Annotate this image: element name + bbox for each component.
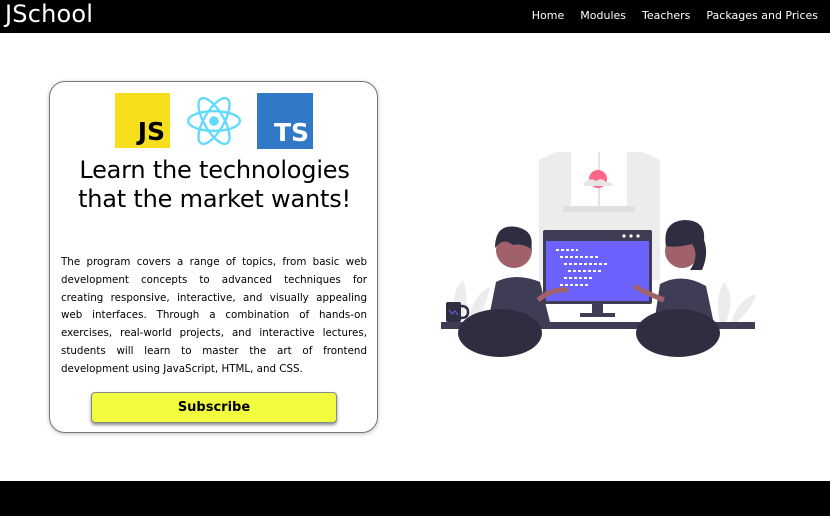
technology-logos: JS TS: [115, 93, 314, 149]
two-people-at-computer-illustration: [441, 152, 756, 357]
plant-right: [717, 282, 756, 324]
subscribe-button[interactable]: Subscribe: [91, 392, 337, 423]
typescript-logo-label: TS: [273, 118, 309, 147]
main-nav: Home Modules Teachers Packages and Price…: [532, 0, 818, 30]
top-navbar: JSchool Home Modules Teachers Packages a…: [0, 0, 830, 33]
brand-logo-text[interactable]: JSchool: [5, 0, 93, 29]
computer-monitor: [543, 230, 652, 317]
nav-link-teachers[interactable]: Teachers: [642, 9, 690, 22]
hero-headline: Learn the technologies that the market w…: [78, 156, 351, 213]
nav-link-packages-and-prices[interactable]: Packages and Prices: [706, 9, 818, 22]
typescript-logo-icon: TS: [257, 93, 313, 149]
footer-bar: [0, 481, 830, 516]
javascript-logo-label: JS: [137, 117, 165, 146]
javascript-logo-icon: JS: [115, 93, 170, 148]
hero-card: JS TS Learn the technologies that the ma…: [49, 81, 378, 433]
react-atom-icon: [187, 96, 241, 146]
nav-link-home[interactable]: Home: [532, 9, 564, 22]
program-description: The program covers a range of topics, fr…: [61, 256, 367, 375]
nav-link-modules[interactable]: Modules: [580, 9, 626, 22]
